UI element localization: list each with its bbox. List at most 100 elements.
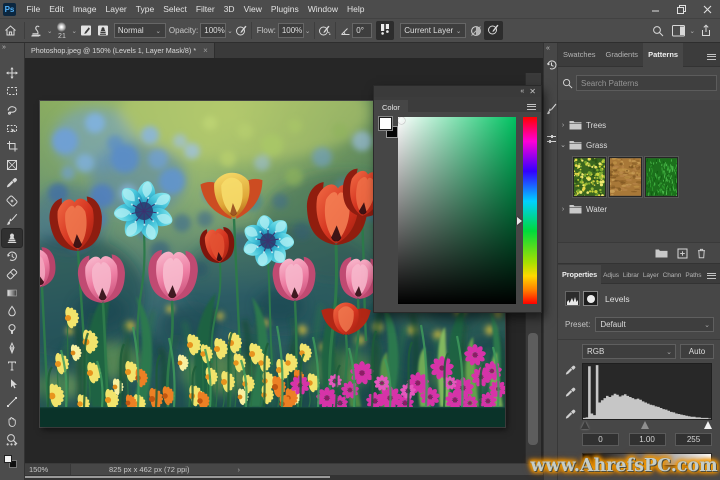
color-panel-titlebar[interactable]: « ✕ xyxy=(374,86,541,97)
tab-swatches[interactable]: Swatches xyxy=(558,43,601,67)
foreground-background-swatches[interactable] xyxy=(4,455,20,469)
pattern-search-input[interactable]: Search Patterns xyxy=(576,75,717,91)
tab-properties[interactable]: Properties xyxy=(558,265,601,285)
horizontal-scrollbar[interactable] xyxy=(25,475,543,480)
auto-button[interactable]: Auto xyxy=(680,344,714,359)
black-input-slider[interactable] xyxy=(581,421,589,429)
chevron-right-icon[interactable]: › xyxy=(558,206,568,213)
preset-select[interactable]: Default ⌄ xyxy=(595,317,714,332)
menu-layer[interactable]: Layer xyxy=(101,0,131,18)
pattern-group-grass[interactable]: ⌄Grass xyxy=(558,135,720,155)
levels-histogram[interactable] xyxy=(582,363,712,420)
white-point-eyedropper-icon[interactable] xyxy=(564,408,577,421)
tool-healing-brush[interactable] xyxy=(2,192,22,210)
menu-help[interactable]: Help xyxy=(342,0,368,18)
panel-menu-icon[interactable] xyxy=(707,52,716,61)
tool-dodge[interactable] xyxy=(2,320,22,338)
tool-crop[interactable] xyxy=(2,137,22,155)
angle-field[interactable]: 0° xyxy=(352,23,372,38)
flow-field[interactable]: 100% xyxy=(278,23,304,38)
tab-layer[interactable]: Layer xyxy=(641,266,661,286)
menu-select[interactable]: Select xyxy=(159,0,192,18)
airbrush-icon[interactable] xyxy=(317,24,332,37)
search-icon[interactable] xyxy=(647,25,669,37)
dock-expand-icon[interactable]: « xyxy=(546,45,549,52)
black-input-field[interactable]: 0 xyxy=(582,433,619,446)
zoom-level-field[interactable]: 150% xyxy=(25,464,71,475)
tab-close-icon[interactable]: × xyxy=(203,46,208,55)
chevron-down-icon[interactable]: ⌄ xyxy=(690,27,695,35)
collapse-panel-icon[interactable]: « xyxy=(520,88,523,95)
sample-select[interactable]: Current Layer ⌄ xyxy=(400,23,466,38)
black-point-eyedropper-icon[interactable] xyxy=(564,364,577,377)
tool-object-selection[interactable] xyxy=(2,119,22,137)
tool-path-selection[interactable] xyxy=(2,375,22,393)
blend-mode-select[interactable]: Normal ⌄ xyxy=(114,23,166,38)
chevron-down-icon[interactable]: ⌄ xyxy=(227,27,232,35)
tool-shape[interactable] xyxy=(2,393,22,411)
toggle-brush-panel-icon[interactable] xyxy=(78,24,95,37)
tab-chann[interactable]: Chann xyxy=(661,266,684,286)
tool-gradient[interactable] xyxy=(2,284,22,302)
foreground-color[interactable] xyxy=(4,455,12,463)
minimize-button[interactable] xyxy=(642,0,668,18)
document-tab[interactable]: Photoshop.jpeg @ 150% (Levels 1, Layer M… xyxy=(25,43,215,58)
opacity-field[interactable]: 100% xyxy=(200,23,226,38)
menu-plugins[interactable]: Plugins xyxy=(266,0,303,18)
new-pattern-icon[interactable] xyxy=(677,248,688,259)
close-button[interactable] xyxy=(694,0,720,18)
pattern-group-trees[interactable]: ›Trees xyxy=(558,115,720,135)
tool-lasso[interactable] xyxy=(2,101,22,119)
tool-preset-icon[interactable] xyxy=(27,24,46,37)
panel-menu-icon[interactable] xyxy=(707,271,716,280)
horizontal-scrollbar-thumb[interactable] xyxy=(25,476,330,479)
saturation-brightness-field[interactable] xyxy=(398,117,516,304)
color-field-marker[interactable] xyxy=(398,117,405,124)
menu-image[interactable]: Image xyxy=(68,0,101,18)
edit-toolbar-icon[interactable]: ••• xyxy=(4,440,20,449)
close-panel-icon[interactable]: ✕ xyxy=(529,87,535,96)
new-group-icon[interactable] xyxy=(655,248,668,259)
menu-3d[interactable]: 3D xyxy=(219,0,239,18)
menu-type[interactable]: Type xyxy=(131,0,158,18)
tool-history-brush[interactable] xyxy=(2,247,22,265)
status-chevron-icon[interactable]: › xyxy=(237,465,240,474)
tool-type[interactable] xyxy=(2,357,22,375)
foreground-color-swatch[interactable] xyxy=(379,117,392,130)
gamma-input-field[interactable]: 1.00 xyxy=(629,433,666,446)
toolbar-expand-icon[interactable]: » xyxy=(2,44,5,51)
chevron-down-icon[interactable]: ⌄ xyxy=(47,27,52,35)
tab-patterns[interactable]: Patterns xyxy=(643,43,683,67)
panel-menu-icon[interactable] xyxy=(527,102,536,111)
tab-gradients[interactable]: Gradients xyxy=(601,43,644,67)
white-input-field[interactable]: 255 xyxy=(675,433,712,446)
workspace-icon[interactable] xyxy=(669,25,689,37)
menu-filter[interactable]: Filter xyxy=(191,0,219,18)
restore-button[interactable] xyxy=(668,0,694,18)
menu-edit[interactable]: Edit xyxy=(45,0,69,18)
toggle-clone-source-icon[interactable] xyxy=(95,24,112,37)
chevron-down-icon[interactable]: ⌄ xyxy=(71,27,76,35)
tool-frame[interactable] xyxy=(2,156,22,174)
vertical-scrollbar-thumb[interactable] xyxy=(528,333,538,445)
chevron-right-icon[interactable]: › xyxy=(558,122,568,129)
hue-slider-marker[interactable] xyxy=(517,217,522,225)
tool-marquee[interactable] xyxy=(2,82,22,100)
tab-librar[interactable]: Librar xyxy=(621,266,641,286)
brush-panel-icon[interactable] xyxy=(545,101,557,117)
menu-view[interactable]: View xyxy=(239,0,266,18)
tab-adjus[interactable]: Adjus xyxy=(601,266,621,286)
tool-pen[interactable] xyxy=(2,339,22,357)
hue-slider[interactable] xyxy=(523,117,537,304)
history-panel-icon[interactable] xyxy=(545,57,557,73)
pressure-size-toggle[interactable] xyxy=(484,21,503,40)
chevron-down-icon[interactable]: ⌄ xyxy=(558,141,568,149)
home-icon[interactable] xyxy=(0,24,21,37)
channel-select[interactable]: RGB ⌄ xyxy=(582,344,676,359)
gray-point-eyedropper-icon[interactable] xyxy=(564,386,577,399)
menu-file[interactable]: File xyxy=(22,0,45,18)
aligned-toggle[interactable] xyxy=(376,21,394,40)
gamma-slider[interactable] xyxy=(641,421,649,429)
share-icon[interactable] xyxy=(696,24,716,37)
menu-window[interactable]: Window xyxy=(303,0,342,18)
